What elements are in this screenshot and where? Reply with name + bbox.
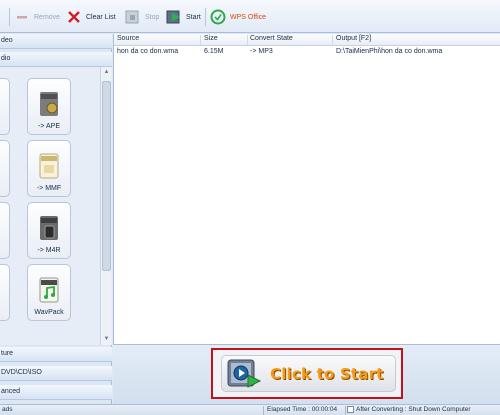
close-icon	[66, 9, 82, 25]
click-to-start-button[interactable]: Click to Start	[211, 348, 403, 399]
status-divider	[345, 406, 346, 415]
format-tile-wavpack[interactable]: WavPack	[27, 264, 71, 321]
stop-label: Stop	[145, 13, 160, 21]
format-tile-partial[interactable]	[0, 140, 10, 197]
after-converting-label[interactable]: After Converting : Shut Down Computer	[356, 406, 471, 413]
start-panel: Click to Start	[113, 344, 500, 404]
wavpack-file-icon	[38, 277, 60, 303]
status-left-text: ads	[2, 406, 13, 413]
column-convert-state[interactable]: Convert State	[250, 35, 293, 42]
sidebar: deo dio -> APE -> MMF -> M4R WavPack ▲ ▼…	[0, 34, 112, 404]
table-row[interactable]: hon da co don.wma 6.15M -> MP3 D:\TaiMie…	[114, 47, 500, 58]
toolbar-separator	[9, 8, 10, 26]
column-source[interactable]: Source	[117, 35, 139, 42]
wps-office-button[interactable]: WPS Office	[210, 6, 266, 28]
status-divider	[263, 406, 264, 415]
format-panel: -> APE -> MMF -> M4R WavPack ▲ ▼	[0, 67, 112, 345]
row-source: hon da co don.wma	[117, 48, 179, 55]
start-button-face: Click to Start	[221, 355, 396, 392]
row-size: 6.15M	[204, 48, 224, 55]
play-icon	[166, 9, 182, 25]
category-video[interactable]: deo	[0, 34, 112, 49]
minus-icon	[14, 9, 30, 25]
scrollbar-thumb[interactable]	[102, 81, 111, 271]
format-tile-ape[interactable]: -> APE	[27, 78, 71, 135]
row-state: -> MP3	[250, 48, 273, 55]
format-label: WavPack	[34, 309, 64, 316]
wps-label: WPS Office	[230, 13, 267, 21]
category-advanced[interactable]: anced	[0, 385, 112, 400]
remove-button[interactable]: Remove	[14, 6, 60, 28]
format-label: -> M4R	[37, 247, 61, 254]
format-tile-mmf[interactable]: -> MMF	[27, 140, 71, 197]
ape-file-icon	[38, 91, 60, 117]
file-list-header: Source Size Convert State Output [F2]	[114, 34, 500, 46]
row-output: D:\TaiMienPhi\hon da co don.wma	[336, 48, 443, 55]
category-audio[interactable]: dio	[0, 52, 112, 67]
m4r-file-icon	[38, 215, 60, 241]
status-bar: ads Elapsed Time : 00:00:04 After Conver…	[0, 404, 500, 415]
checkbox-icon[interactable]	[347, 406, 354, 415]
format-label: -> APE	[38, 123, 60, 130]
stop-button[interactable]: Stop	[125, 6, 159, 28]
convert-icon	[226, 357, 264, 391]
format-scrollbar[interactable]: ▲ ▼	[100, 67, 111, 345]
remove-label: Remove	[34, 13, 61, 21]
file-list: Source Size Convert State Output [F2] ho…	[113, 34, 500, 344]
category-picture[interactable]: ture	[0, 347, 112, 362]
start-label: Start	[186, 13, 201, 21]
mmf-file-icon	[38, 153, 60, 179]
clear-list-button[interactable]: Clear List	[66, 6, 116, 28]
column-divider[interactable]	[332, 35, 333, 45]
wps-logo-icon	[210, 9, 226, 25]
scroll-down-icon[interactable]: ▼	[103, 336, 110, 343]
format-tile-partial[interactable]	[0, 78, 10, 135]
format-tile-m4r[interactable]: -> M4R	[27, 202, 71, 259]
format-tile-partial[interactable]	[0, 202, 10, 259]
format-tile-partial[interactable]	[0, 264, 10, 321]
format-label: -> MMF	[36, 185, 62, 192]
clear-list-label: Clear List	[86, 13, 116, 21]
column-divider[interactable]	[200, 35, 201, 45]
column-divider[interactable]	[247, 35, 248, 45]
toolbar-separator	[205, 8, 206, 26]
click-to-start-label: Click to Start	[270, 364, 384, 383]
column-output[interactable]: Output [F2]	[336, 35, 371, 42]
category-dvd-cd-iso[interactable]: DVD\CD\ISO	[0, 366, 112, 381]
stop-icon	[125, 9, 141, 25]
start-toolbar-button[interactable]: Start	[166, 6, 201, 28]
toolbar: Remove Clear List Stop Start WPS Office	[0, 0, 500, 33]
elapsed-time: Elapsed Time : 00:00:04	[267, 406, 338, 413]
column-size[interactable]: Size	[204, 35, 218, 42]
scroll-up-icon[interactable]: ▲	[103, 69, 110, 76]
